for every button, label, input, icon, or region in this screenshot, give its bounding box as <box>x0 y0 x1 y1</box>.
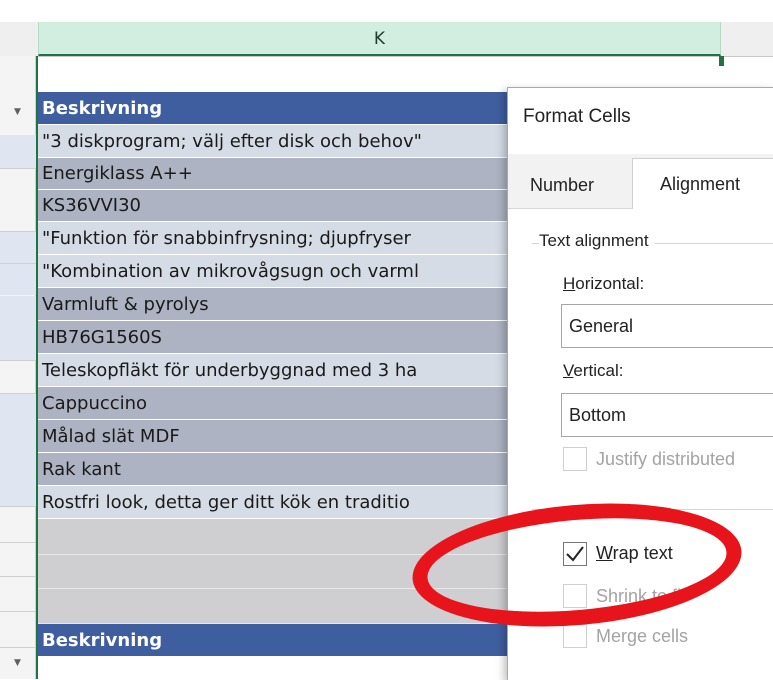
justify-distributed-label: Justify distributed <box>596 449 736 469</box>
table-cell[interactable]: KS36VVI30 <box>38 190 508 222</box>
vertical-label: Vertical: <box>563 361 624 380</box>
table-cell[interactable]: Energiklass A++ <box>38 158 508 190</box>
tab-number[interactable]: Number <box>530 162 640 208</box>
header-cell[interactable]: Beskrivning <box>38 92 508 125</box>
table-cell[interactable]: Cappuccino <box>38 387 508 420</box>
merge-cells-label: Merge cells <box>596 626 689 646</box>
row-header-strip[interactable]: ▼ ▼ <box>0 56 36 679</box>
table-cell[interactable]: Varmluft & pyrolys <box>38 288 508 321</box>
table-cell[interactable]: Rak kant <box>38 453 508 486</box>
active-column-border <box>36 56 38 679</box>
fill-handle[interactable] <box>719 56 724 66</box>
table-cell[interactable]: HB76G1560S <box>38 321 508 354</box>
table-cell[interactable]: "3 diskprogram; välj efter disk och beho… <box>38 125 508 158</box>
tab-alignment[interactable]: Alignment <box>632 158 773 209</box>
horizontal-label: Horizontal: <box>563 274 645 293</box>
vertical-select[interactable]: Bottom <box>561 393 773 437</box>
ribbon-bottom-strip <box>0 0 773 22</box>
filter-dropdown-icon[interactable]: ▼ <box>14 658 21 668</box>
dialog-title: Format Cells <box>523 106 631 127</box>
column-header-k[interactable]: K <box>38 22 721 56</box>
header-cell[interactable]: Beskrivning <box>38 624 508 657</box>
table-cell[interactable]: "Kombination av mikrovågsugn och varml <box>38 255 508 288</box>
table-cell[interactable]: Teleskopfläkt för underbyggnad med 3 ha <box>38 354 508 387</box>
merge-cells-checkbox[interactable] <box>563 624 587 648</box>
horizontal-select[interactable]: General <box>561 304 773 348</box>
text-alignment-group-label: Text alignment <box>539 231 655 251</box>
table-cell[interactable]: "Funktion för snabbinfrysning; djupfryse… <box>38 222 508 255</box>
justify-distributed-checkbox[interactable] <box>563 447 587 471</box>
filter-dropdown-icon[interactable]: ▼ <box>14 107 21 117</box>
table-cell[interactable]: Rostfri look, detta ger ditt kök en trad… <box>38 486 508 519</box>
table-cell[interactable]: Målad slät MDF <box>38 420 508 453</box>
